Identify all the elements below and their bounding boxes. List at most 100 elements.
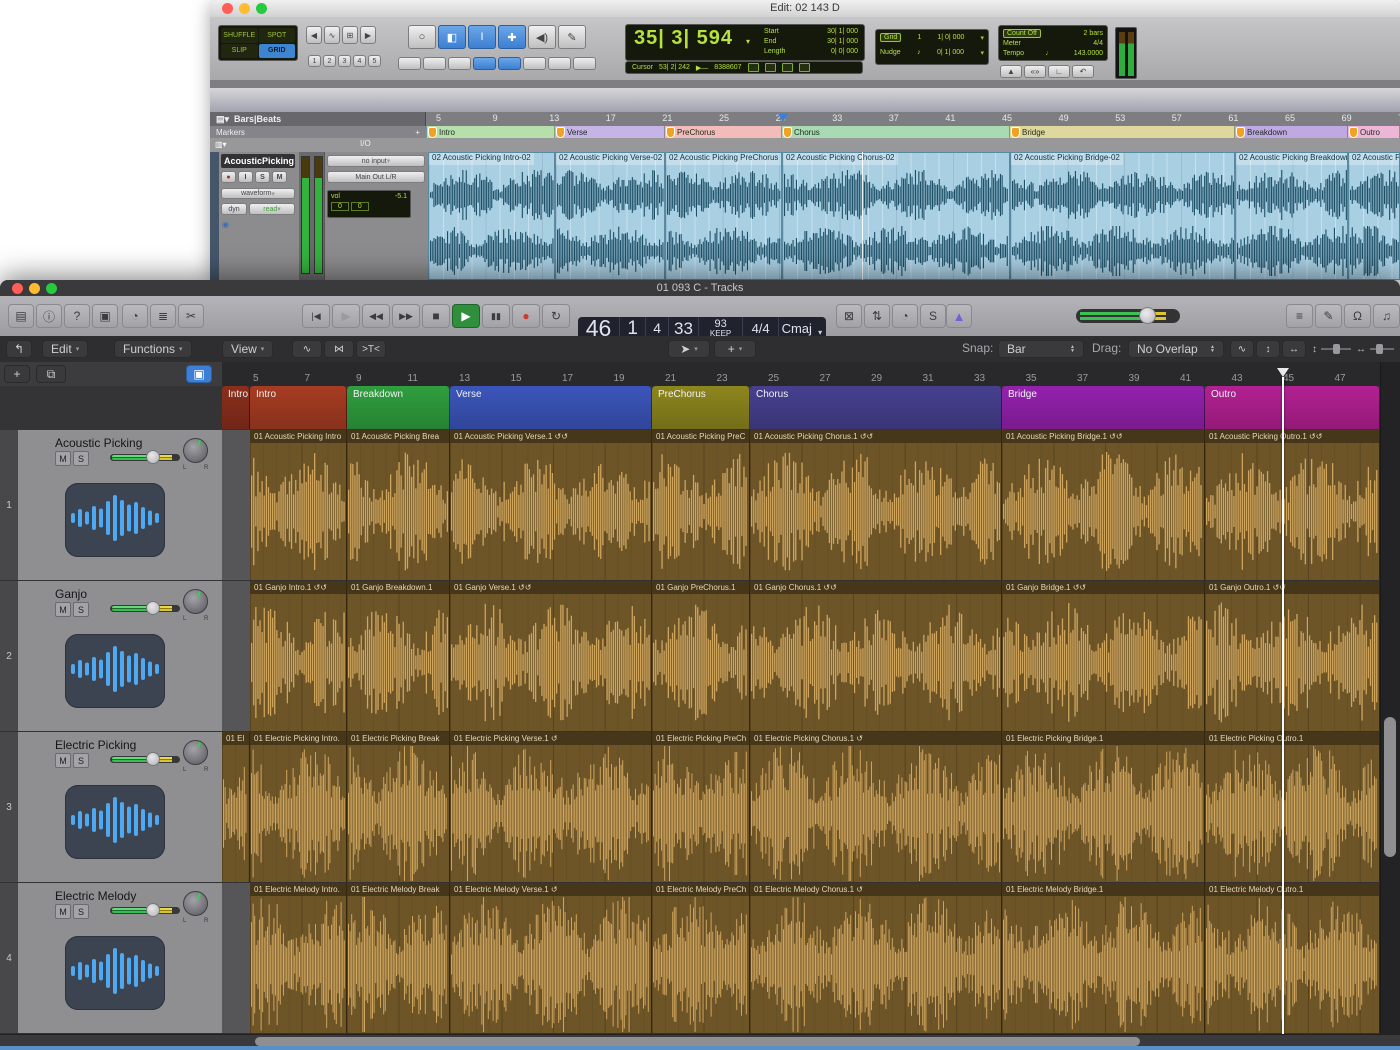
- ruler-header[interactable]: ▤▾ Bars|Beats: [210, 112, 426, 126]
- inspector-icon[interactable]: ⓘ: [36, 304, 62, 328]
- region-lane[interactable]: 01 Ganjo Intro.1 ↺↺01 Ganjo Breakdown.10…: [222, 581, 1380, 731]
- conductor-icon[interactable]: ∟: [1048, 65, 1070, 78]
- end-value[interactable]: 30| 1| 000: [827, 38, 858, 45]
- lcd-time[interactable]: 4/4: [752, 322, 770, 335]
- marker-verse[interactable]: Verse: [450, 386, 652, 429]
- count-in-icon[interactable]: «»: [1024, 65, 1046, 78]
- grid-value[interactable]: 1| 0| 000: [937, 34, 964, 41]
- marker-chorus[interactable]: Chorus: [750, 386, 1002, 429]
- snap-zero-icon[interactable]: >T<: [356, 340, 386, 358]
- nudge-caret-icon[interactable]: ▾: [980, 49, 984, 57]
- volume-thumb[interactable]: [1139, 307, 1156, 324]
- logic-titlebar[interactable]: 01 093 C - Tracks: [0, 280, 1400, 297]
- crossfade-icon[interactable]: ⋈: [324, 340, 354, 358]
- lcd-div[interactable]: 4: [653, 321, 661, 335]
- menu-edit[interactable]: Edit▾: [42, 340, 88, 358]
- protools-titlebar[interactable]: Edit: 02 143 D: [210, 0, 1400, 18]
- audio-region[interactable]: 01 Acoustic Picking Bridge.1 ↺↺: [1002, 430, 1205, 580]
- add-marker-button[interactable]: +: [415, 128, 420, 137]
- master-volume-slider[interactable]: [1076, 309, 1180, 323]
- start-value[interactable]: 30| 1| 000: [827, 28, 858, 35]
- playback-cursor-arrow-icon[interactable]: [778, 114, 788, 122]
- main-counter[interactable]: 35| 3| 594 ▾ Start 30| 1| 000 End 30| 1|…: [625, 24, 865, 61]
- midi-merge-icon[interactable]: ↶: [1072, 65, 1094, 78]
- length-value[interactable]: 0| 0| 000: [831, 48, 858, 55]
- metronome-icon[interactable]: ▲: [1000, 65, 1022, 78]
- edit-option-button[interactable]: [573, 57, 596, 70]
- marker-intro[interactable]: Intro: [427, 126, 555, 138]
- edit-insertion-icon[interactable]: [765, 63, 776, 72]
- marker-bridge[interactable]: Bridge: [1002, 386, 1205, 429]
- audio-zoom-icon[interactable]: ∿: [324, 26, 340, 44]
- mute-button[interactable]: M: [55, 602, 71, 617]
- lcd-beat[interactable]: 1: [627, 319, 638, 338]
- volume-slider[interactable]: [110, 907, 180, 914]
- grid-label[interactable]: Grid: [880, 33, 901, 42]
- track-name[interactable]: Electric Picking: [55, 738, 136, 752]
- edit-option-button[interactable]: [398, 57, 421, 70]
- audio-region[interactable]: 01 Acoustic Picking PreC: [652, 430, 750, 580]
- edit-mode-spot[interactable]: SPOT: [259, 28, 296, 43]
- audio-region[interactable]: 01 El: [222, 732, 250, 882]
- count-off-label[interactable]: Count Off: [1003, 29, 1041, 38]
- help-icon[interactable]: ?: [64, 304, 90, 328]
- marker-prechorus[interactable]: PreChorus: [665, 126, 782, 138]
- dyn-button[interactable]: dyn: [221, 203, 247, 215]
- punch-in-out-icon[interactable]: ⇅: [864, 304, 890, 328]
- record-enable-button[interactable]: ●: [221, 171, 236, 183]
- marker-verse[interactable]: Verse: [555, 126, 665, 138]
- audio-region[interactable]: 01 Ganjo Bridge.1 ↺↺: [1002, 581, 1205, 731]
- audio-region[interactable]: 01 Electric Picking Intro.: [250, 732, 347, 882]
- go-to-beginning-button[interactable]: |◀: [302, 304, 330, 328]
- audio-region[interactable]: 01 Electric Melody Verse.1 ↺: [450, 883, 652, 1033]
- edit-option-button[interactable]: [473, 57, 496, 70]
- markers-lane[interactable]: IFIntroVersePreChorusChorusBridgeBreakdo…: [210, 126, 1400, 138]
- output-selector[interactable]: Main Out L/R: [327, 171, 425, 183]
- audio-region[interactable]: 01 Ganjo PreChorus.1: [652, 581, 750, 731]
- marker-breakdown[interactable]: Breakdown: [1235, 126, 1348, 138]
- rewind-button[interactable]: ◀◀: [362, 304, 390, 328]
- audio-region[interactable]: 01 Acoustic Picking Chorus.1 ↺↺: [750, 430, 1002, 580]
- forward-button[interactable]: ▶▶: [392, 304, 420, 328]
- nudge-value[interactable]: 0| 1| 000: [937, 49, 964, 56]
- track-thumbnail[interactable]: [65, 483, 165, 557]
- audio-region[interactable]: 01 Electric Melody Bridge.1: [1002, 883, 1205, 1033]
- snap-menu[interactable]: Bar▲▼: [998, 340, 1084, 358]
- playhead-line[interactable]: [1282, 377, 1284, 1034]
- logic-marker-lane[interactable]: IntroIntroBreakdownVersePreChorusChorusB…: [0, 386, 1380, 430]
- link-icon[interactable]: [782, 63, 793, 72]
- vertical-scrollbar-track[interactable]: [1380, 362, 1400, 1034]
- audio-region[interactable]: 02 Acoustic Picking Verse-02: [555, 152, 665, 280]
- zoom-preset-4[interactable]: 4: [353, 55, 366, 67]
- grabber-tool[interactable]: ✚: [498, 25, 526, 49]
- mute-button[interactable]: M: [55, 451, 71, 466]
- cycle-button[interactable]: ↻: [542, 304, 570, 328]
- marker-outro[interactable]: Outro: [1348, 126, 1400, 138]
- pointer-tool-menu[interactable]: ➤▾: [668, 340, 710, 358]
- track-name[interactable]: Acoustic Picking: [55, 436, 142, 450]
- play-from-selection-button[interactable]: ▶: [332, 304, 360, 328]
- mixer-icon[interactable]: ≣: [150, 304, 176, 328]
- horizontal-zoom-slider[interactable]: ↔: [1356, 340, 1394, 358]
- media-browser-icon[interactable]: ♫: [1373, 304, 1400, 328]
- pan-knob[interactable]: LR: [183, 891, 208, 916]
- marker-intro[interactable]: Intro: [250, 386, 347, 429]
- media-drawer-icon[interactable]: ▤: [8, 304, 34, 328]
- pause-button[interactable]: ▮▮: [482, 304, 510, 328]
- audio-region[interactable]: 01 Acoustic Picking Verse.1 ↺↺: [450, 430, 652, 580]
- solo-mode-icon[interactable]: S: [920, 304, 946, 328]
- zoom-preset-3[interactable]: 3: [338, 55, 351, 67]
- tempo-value[interactable]: 143.0000: [1074, 50, 1103, 57]
- region-lane[interactable]: 01 El01 Electric Picking Intro.01 Electr…: [222, 732, 1380, 882]
- counter-caret-icon[interactable]: ▾: [746, 37, 750, 46]
- track-thumbnail[interactable]: [65, 785, 165, 859]
- track-view-selector[interactable]: waveform▾: [221, 188, 295, 199]
- grid-unit[interactable]: 1: [917, 34, 921, 41]
- zoom-preset-5[interactable]: 5: [368, 55, 381, 67]
- marker-intro[interactable]: Intro: [222, 386, 250, 429]
- cut-icon[interactable]: ✂: [178, 304, 204, 328]
- stop-button[interactable]: ■: [422, 304, 450, 328]
- automation-icon[interactable]: ∿: [292, 340, 322, 358]
- menu-view[interactable]: View▾: [222, 340, 273, 358]
- track-name[interactable]: Ganjo: [55, 587, 87, 601]
